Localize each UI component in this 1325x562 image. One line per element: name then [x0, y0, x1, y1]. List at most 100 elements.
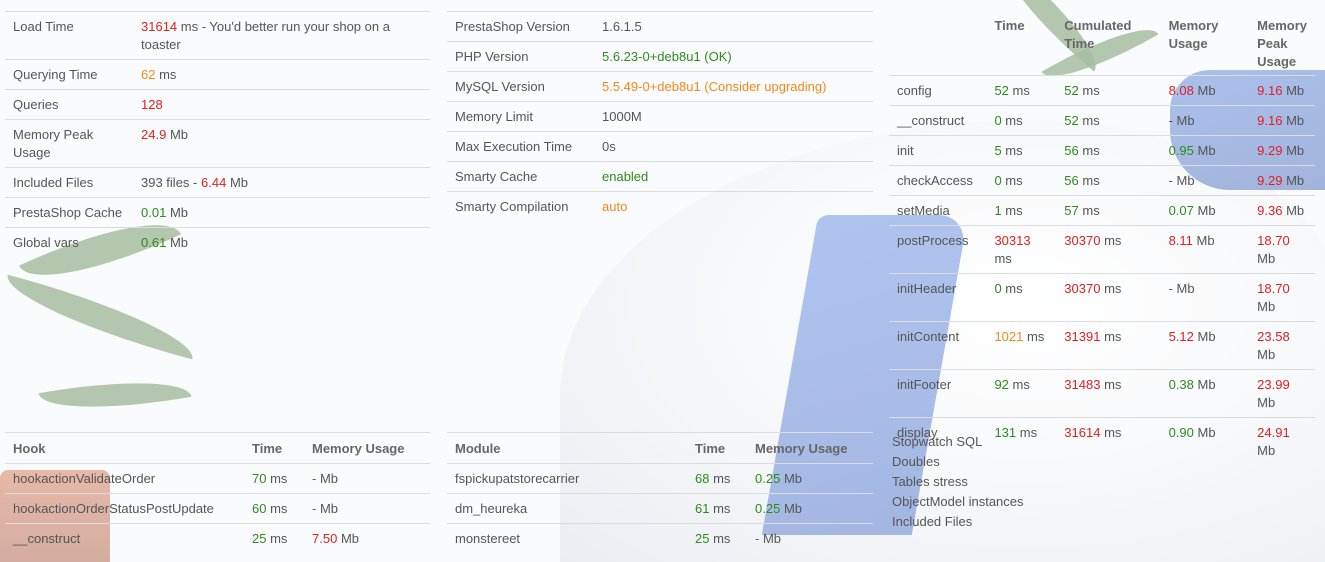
timing-mem-cell: 0.95 Mb: [1160, 135, 1250, 166]
timing-unit: ms: [1005, 143, 1023, 158]
modules-mem: 0.25: [755, 471, 781, 486]
hooks-unit: ms: [270, 501, 288, 516]
timings-panel: Time Cumulated Time Memory Usage Memory Pea…: [889, 11, 1315, 465]
version-label: Max Execution Time: [447, 131, 594, 162]
timing-unit: ms: [1104, 377, 1122, 392]
timing-unit: ms: [1082, 83, 1100, 98]
summary-row: PrestaShop Cache 0.01 Mb: [5, 197, 430, 228]
timing-peak-cell: 9.29 Mb: [1249, 165, 1315, 196]
timing-unit: ms: [1082, 173, 1100, 188]
timing-unit: Mb: [1176, 173, 1195, 188]
timing-time: 0: [994, 281, 1002, 296]
debug-link[interactable]: Included Files: [892, 512, 1024, 532]
hooks-header: Hook: [5, 432, 244, 464]
timing-peak-cell: 24.91 Mb: [1249, 417, 1315, 465]
timings-header: Time: [994, 18, 1025, 33]
timing-unit: Mb: [1197, 377, 1216, 392]
timing-cum: 31614: [1064, 425, 1101, 440]
summary-value-cell: 62 ms: [133, 59, 430, 90]
timing-unit: Mb: [1257, 395, 1276, 410]
timing-unit: Mb: [1257, 251, 1276, 266]
timing-cum-cell: 57 ms: [1056, 195, 1161, 226]
timing-unit: ms: [1026, 329, 1045, 344]
hooks-unit: Mb: [319, 501, 339, 516]
summary-unit: Mb: [169, 205, 188, 220]
hooks-name: hookactionOrderStatusPostUpdate: [5, 493, 244, 524]
timing-cum: 57: [1064, 203, 1079, 218]
summary-label: Load Time: [5, 11, 133, 60]
timing-cum-cell: 30370 ms: [1056, 273, 1161, 322]
timing-name: config: [889, 75, 987, 106]
timings-header: Cumulated Time: [1064, 18, 1132, 51]
debug-link[interactable]: Tables stress: [892, 472, 1024, 492]
timing-time-cell: 5 ms: [986, 135, 1057, 166]
summary-label: Included Files: [5, 167, 133, 198]
debug-links: Stopwatch SQL Doubles Tables stress ObjectM…: [892, 432, 1024, 532]
timing-row: init 5 ms 56 ms 0.95 Mb 9.29 Mb: [889, 135, 1315, 166]
version-label: PHP Version: [447, 41, 594, 72]
timing-mem-cell: 8.11 Mb: [1160, 225, 1250, 274]
modules-time: 25: [695, 531, 710, 546]
timing-row: postProcess 30313 ms 30370 ms 8.11 Mb 18.70 …: [889, 225, 1315, 274]
timing-time: 5: [994, 143, 1002, 158]
timing-peak-cell: 23.99 Mb: [1249, 369, 1315, 418]
hooks-mem-cell: 7.50 Mb: [304, 523, 430, 553]
timing-cum-cell: 31614 ms: [1056, 417, 1161, 465]
timing-peak-cell: 18.70 Mb: [1249, 225, 1315, 274]
summary-label: Querying Time: [5, 59, 133, 90]
timing-mem-cell: 0.90 Mb: [1160, 417, 1250, 465]
timing-row: initFooter 92 ms 31483 ms 0.38 Mb 23.99 Mb: [889, 369, 1315, 418]
timing-name: initFooter: [889, 369, 987, 418]
modules-row: fspickupatstorecarrier 68 ms 0.25 Mb: [447, 463, 873, 494]
timing-time-cell: 92 ms: [986, 369, 1057, 418]
timing-row: config 52 ms 52 ms 8.08 Mb 9.16 Mb: [889, 75, 1315, 106]
timing-mem: -: [1168, 281, 1173, 296]
timing-unit: ms: [1104, 281, 1122, 296]
modules-time-cell: 61 ms: [687, 493, 747, 524]
summary-label: PrestaShop Cache: [5, 197, 133, 228]
modules-name: monstereet: [447, 523, 687, 553]
summary-prefix: 393 files -: [141, 175, 198, 190]
modules-time: 61: [695, 501, 710, 516]
timing-name: __construct: [889, 105, 987, 136]
timing-unit: ms: [1082, 143, 1100, 158]
version-value-cell: 1.6.1.5: [594, 11, 873, 42]
timing-unit: ms: [1082, 113, 1100, 128]
summary-value-cell: 0.61 Mb: [133, 227, 430, 257]
modules-header: Module: [447, 432, 687, 464]
timing-unit: Mb: [1176, 113, 1195, 128]
timing-cum: 31483: [1064, 377, 1101, 392]
timing-cum-cell: 52 ms: [1056, 75, 1161, 106]
timing-peak: 18.70: [1257, 233, 1290, 248]
modules-time: 68: [695, 471, 710, 486]
timing-mem: 0.38: [1168, 377, 1194, 392]
modules-mem-cell: - Mb: [747, 523, 873, 553]
version-value-cell: 0s: [594, 131, 873, 162]
hooks-mem: -: [312, 471, 317, 486]
hooks-unit: Mb: [340, 531, 359, 546]
timing-mem-cell: - Mb: [1160, 273, 1250, 322]
version-label: Memory Limit: [447, 101, 594, 132]
debug-link[interactable]: Stopwatch SQL: [892, 432, 1024, 452]
timing-cum: 31391: [1064, 329, 1101, 344]
timing-cum: 52: [1064, 113, 1079, 128]
summary-row: Global vars 0.61 Mb: [5, 227, 430, 257]
version-value-cell: auto: [594, 191, 873, 221]
debug-link[interactable]: ObjectModel instances: [892, 492, 1024, 512]
version-label: Smarty Cache: [447, 161, 594, 192]
version-label: PrestaShop Version: [447, 11, 594, 42]
version-value: 5.6.23-0+deb8u1 (OK): [602, 49, 732, 64]
timing-time-cell: 1 ms: [986, 195, 1057, 226]
timing-unit: Mb: [1197, 143, 1216, 158]
modules-unit: ms: [713, 471, 731, 486]
timing-cum-cell: 30370 ms: [1056, 225, 1161, 274]
timing-peak: 24.91: [1257, 425, 1290, 440]
hooks-name: hookactionValidateOrder: [5, 463, 244, 494]
debug-link[interactable]: Doubles: [892, 452, 1024, 472]
timing-peak: 9.29: [1257, 173, 1283, 188]
timing-peak-cell: 23.58 Mb: [1249, 321, 1315, 370]
hooks-row: __construct 25 ms 7.50 Mb: [5, 523, 430, 553]
summary-unit: Mb: [229, 175, 248, 190]
hooks-mem: 7.50: [312, 531, 338, 546]
timing-unit: ms: [1104, 425, 1122, 440]
